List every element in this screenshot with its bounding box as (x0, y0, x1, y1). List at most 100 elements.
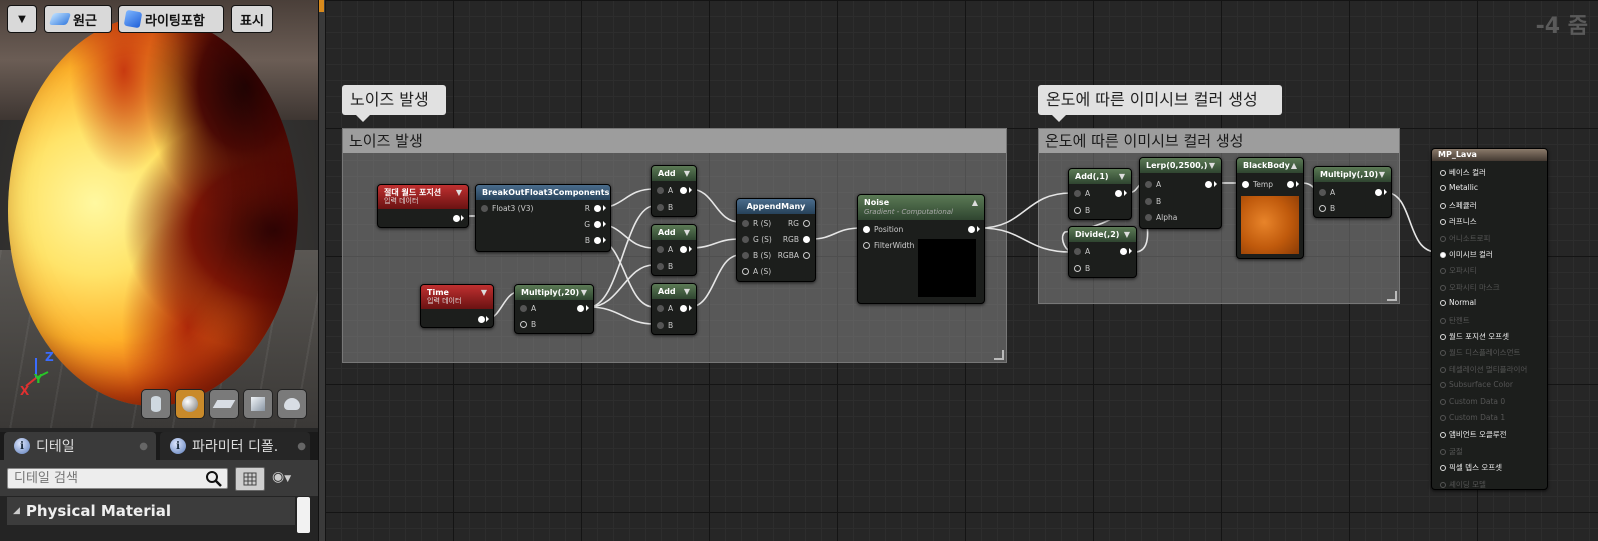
input-pin[interactable] (1242, 181, 1249, 188)
input-pin[interactable] (657, 305, 664, 312)
comment-header[interactable]: 온도에 따른 이미시브 컬러 생성 (1039, 129, 1399, 153)
search-icon[interactable] (205, 470, 223, 488)
result-input-pin[interactable]: 월드 디스플레이스먼트 (1440, 347, 1520, 358)
node-header[interactable]: Multiply(,10) ▼ (1314, 167, 1391, 182)
output-pin[interactable] (594, 205, 601, 212)
node-header[interactable]: BlackBody ▲ (1237, 158, 1303, 173)
node-header[interactable]: Add ▼ (652, 166, 696, 181)
result-input-pin[interactable]: Custom Data 0 (1440, 397, 1505, 406)
node-header[interactable]: Add ▼ (652, 225, 696, 240)
output-pin[interactable] (680, 305, 687, 312)
output-pin[interactable] (1115, 190, 1122, 197)
result-input-pin[interactable]: 셰이딩 모델 (1440, 479, 1486, 490)
node-add-3[interactable]: Add ▼ A B (651, 283, 697, 335)
input-pin[interactable] (657, 322, 664, 329)
input-pin[interactable] (1145, 198, 1152, 205)
input-pin[interactable] (1074, 248, 1081, 255)
result-input-pin[interactable]: 픽셀 뎁스 오프셋 (1440, 462, 1502, 473)
node-absolute-world-position[interactable]: 절대 월드 포지션 ▼ 입력 데이터 (377, 184, 469, 228)
input-pin[interactable] (1440, 398, 1446, 405)
preview-custom-mesh-button[interactable] (277, 389, 307, 419)
input-pin[interactable] (1440, 170, 1446, 176)
input-pin[interactable] (1440, 219, 1446, 226)
input-pin[interactable] (657, 204, 664, 211)
node-header[interactable]: MP_Lava (1432, 149, 1547, 161)
output-pin[interactable] (453, 215, 460, 222)
collapse-arrow-icon[interactable]: ▼ (1124, 227, 1130, 242)
input-pin[interactable] (1074, 207, 1081, 214)
comment-header[interactable]: 노이즈 발생 (343, 129, 1006, 153)
output-pin[interactable] (1120, 248, 1127, 255)
input-pin[interactable] (1440, 317, 1446, 324)
perspective-button[interactable]: 원근 (44, 5, 112, 33)
result-input-pin[interactable]: 테셀레이션 멀티플라이어 (1440, 364, 1527, 375)
input-pin[interactable] (1440, 252, 1446, 258)
collapse-arrow-icon[interactable]: ▼ (456, 185, 462, 200)
output-pin[interactable] (968, 226, 975, 233)
input-pin[interactable] (742, 268, 749, 275)
input-pin[interactable] (657, 263, 664, 270)
result-input-pin[interactable]: 어니소트로피 (1440, 233, 1490, 244)
collapse-arrow-icon[interactable]: ▼ (481, 285, 487, 300)
output-pin[interactable] (1375, 189, 1382, 196)
input-pin[interactable] (1319, 205, 1326, 212)
output-pin[interactable] (1287, 181, 1294, 188)
node-header[interactable]: 절대 월드 포지션 ▼ 입력 데이터 (378, 185, 468, 209)
result-input-pin[interactable]: 월드 포지션 오프셋 (1440, 331, 1509, 342)
output-pin[interactable] (478, 316, 485, 323)
lit-mode-button[interactable]: 라이팅포함 (118, 5, 224, 33)
output-pin[interactable] (577, 305, 584, 312)
output-pin[interactable] (803, 220, 810, 227)
input-pin[interactable] (657, 246, 664, 253)
resize-grip-icon[interactable] (1387, 291, 1397, 301)
tab-parameter-defaults[interactable]: i 파라미터 디폴. ● (160, 432, 310, 460)
result-input-pin[interactable]: Normal (1440, 298, 1476, 307)
output-pin[interactable] (594, 221, 601, 228)
node-add-1[interactable]: Add ▼ A B (651, 165, 697, 217)
output-pin[interactable] (680, 187, 687, 194)
input-pin[interactable] (1440, 465, 1446, 472)
panel-splitter[interactable] (318, 0, 325, 541)
result-input-pin[interactable]: 굴절 (1440, 446, 1463, 457)
input-pin[interactable] (1440, 334, 1446, 340)
material-graph-canvas[interactable]: -4 줌 노이즈 발생 노이즈 발생 온도에 따른 이미시브 컬러 생성 온도에… (325, 0, 1598, 541)
result-input-pin[interactable]: 이미시브 컬러 (1440, 249, 1493, 260)
node-time[interactable]: Time ▼ 입력 데이터 (420, 284, 494, 328)
result-input-pin[interactable]: 탄젠트 (1440, 315, 1470, 326)
material-preview-viewport[interactable]: ▼ 원근 라이팅포함 표시 Z Y X (0, 0, 318, 428)
output-pin[interactable] (594, 237, 601, 244)
result-input-pin[interactable]: 오파시티 마스크 (1440, 282, 1500, 293)
node-break-out-float3[interactable]: BreakOutFloat3Components Float3 (V3) R G… (475, 184, 611, 252)
node-header[interactable]: Time ▼ 입력 데이터 (421, 285, 493, 309)
node-header[interactable]: Lerp(0,2500,) ▼ (1140, 158, 1221, 173)
property-matrix-button[interactable] (235, 467, 265, 491)
tab-details[interactable]: i 디테일 ● (4, 432, 156, 460)
collapse-arrow-icon[interactable]: ▼ (1209, 158, 1215, 173)
viewport-options-button[interactable]: ▼ (7, 5, 37, 33)
node-header[interactable]: Add(,1) ▼ (1069, 169, 1131, 184)
input-pin[interactable] (1440, 415, 1446, 421)
node-noise[interactable]: Noise ▲ Gradient - Computational Positio… (857, 194, 985, 304)
show-button[interactable]: 표시 (231, 5, 273, 33)
preview-cube-button[interactable] (243, 389, 273, 419)
input-pin[interactable] (1440, 432, 1446, 439)
category-physical-material[interactable]: ◢ Physical Material (7, 497, 295, 525)
result-input-pin[interactable]: 베이스 컬러 (1440, 167, 1486, 178)
input-pin[interactable] (863, 242, 870, 249)
input-pin[interactable] (1145, 181, 1152, 188)
details-search-input[interactable] (7, 468, 228, 489)
collapse-arrow-icon[interactable]: ▼ (581, 285, 587, 300)
node-header[interactable]: Multiply(,20) ▼ (515, 285, 593, 300)
output-pin[interactable] (803, 236, 810, 243)
node-header[interactable]: AppendMany (737, 199, 815, 214)
input-pin[interactable] (742, 236, 749, 243)
node-add-plus-1[interactable]: Add(,1) ▼ A B (1068, 168, 1132, 220)
collapse-arrow-icon[interactable]: ▲ (1291, 158, 1297, 173)
node-add-2[interactable]: Add ▼ A B (651, 224, 697, 276)
result-input-pin[interactable]: Metallic (1440, 183, 1478, 192)
input-pin[interactable] (1440, 235, 1446, 242)
input-pin[interactable] (1440, 366, 1446, 373)
input-pin[interactable] (1319, 189, 1326, 196)
result-input-pin[interactable]: 오파시티 (1440, 265, 1477, 276)
node-multiply-10[interactable]: Multiply(,10) ▼ A B (1313, 166, 1392, 218)
